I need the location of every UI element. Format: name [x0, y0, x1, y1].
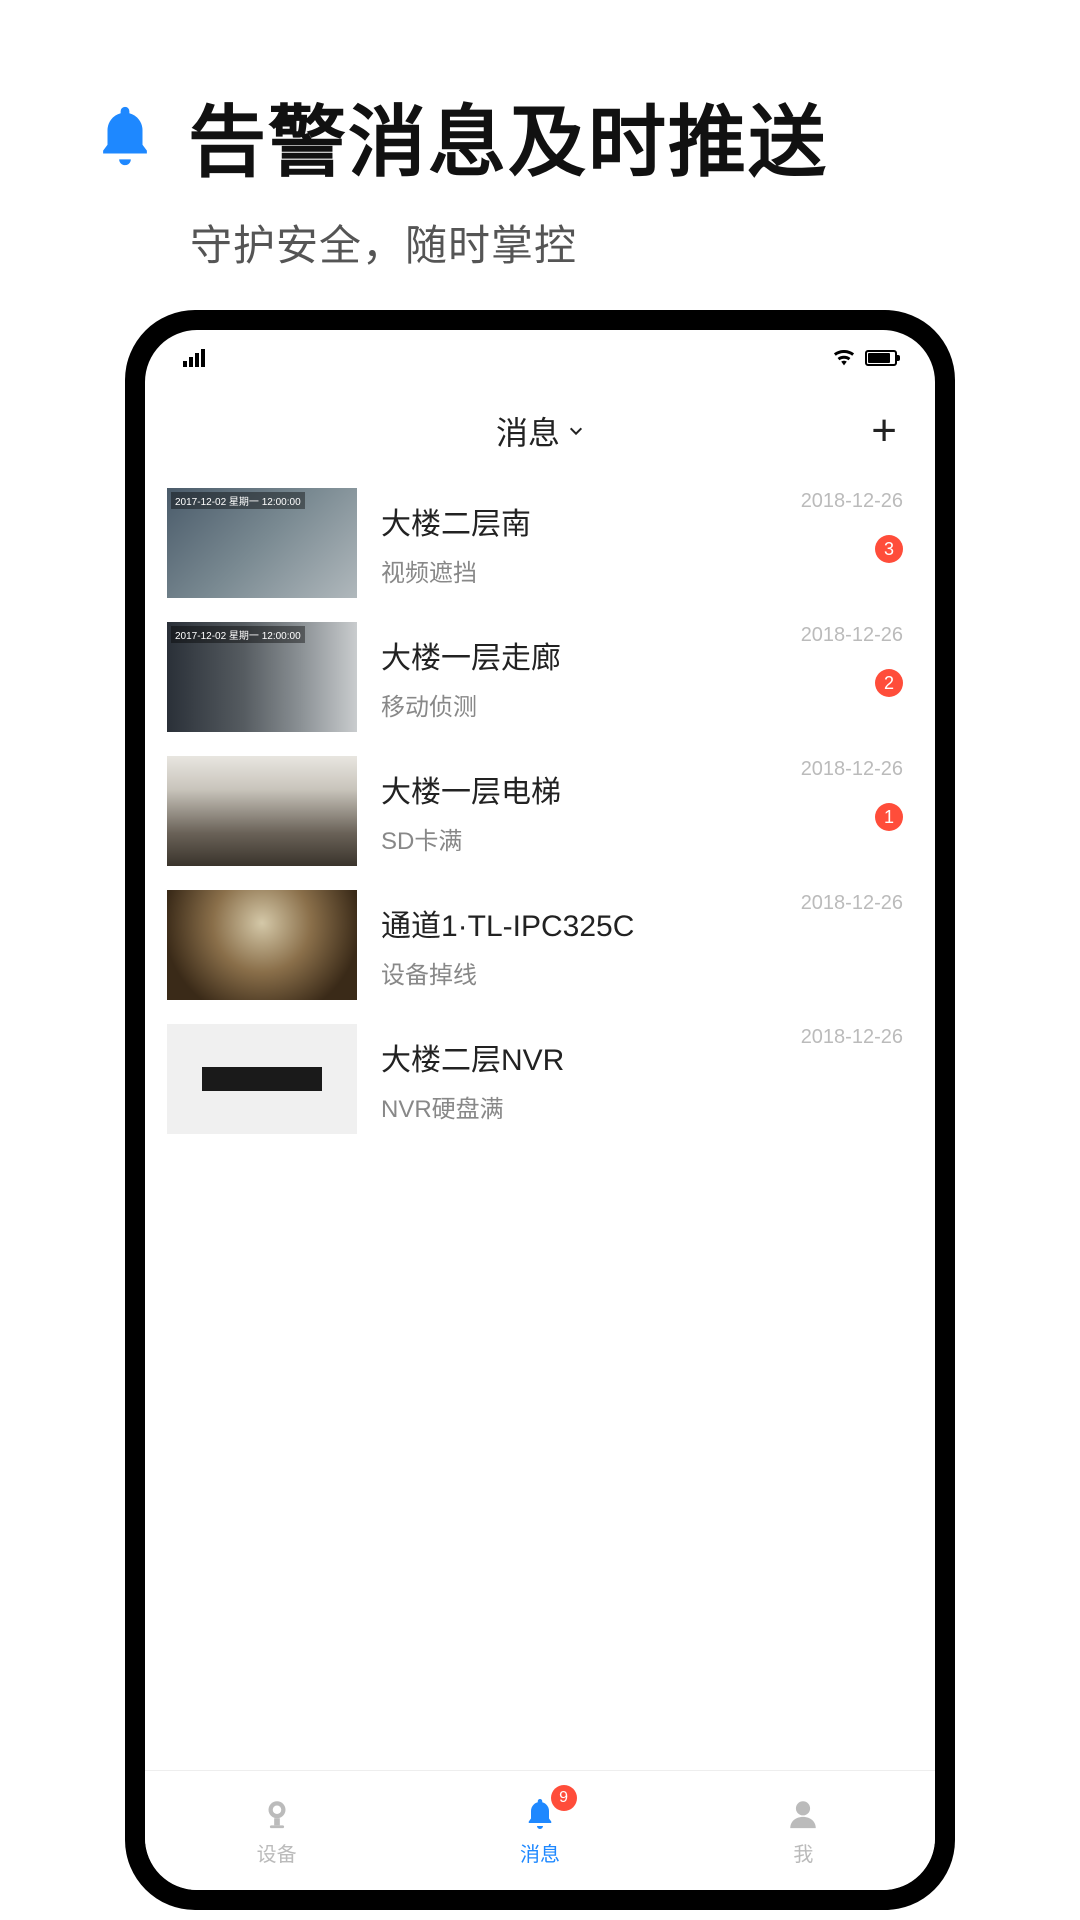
header-title-dropdown[interactable]: 消息 [496, 408, 584, 454]
message-item[interactable]: 通道1·TL-IPC325C 设备掉线 2018-12-26 [167, 878, 913, 1012]
unread-badge: 3 [875, 535, 903, 563]
nvr-device-icon [202, 1067, 322, 1091]
message-date: 2018-12-26 [801, 624, 903, 647]
message-date: 2018-12-26 [801, 758, 903, 781]
message-list[interactable]: 2017-12-02 星期一 12:00:00 大楼二层南 视频遮挡 2018-… [145, 476, 935, 1770]
message-item[interactable]: 大楼二层NVR NVR硬盘满 2018-12-26 [167, 1012, 913, 1146]
tab-label: 设备 [257, 1838, 297, 1867]
message-thumbnail [167, 1024, 357, 1134]
tab-bar: 设备 9 消息 我 [145, 1770, 935, 1890]
message-item[interactable]: 大楼一层电梯 SD卡满 2018-12-26 1 [167, 744, 913, 878]
message-item[interactable]: 2017-12-02 星期一 12:00:00 大楼二层南 视频遮挡 2018-… [167, 476, 913, 610]
message-thumbnail: 2017-12-02 星期一 12:00:00 [167, 488, 357, 598]
chevron-down-icon [568, 423, 584, 439]
tab-me[interactable]: 我 [672, 1771, 935, 1890]
message-subtitle: NVR硬盘满 [381, 1089, 913, 1124]
message-date: 2018-12-26 [801, 1026, 903, 1049]
thumbnail-timestamp: 2017-12-02 星期一 12:00:00 [171, 626, 305, 643]
battery-icon [865, 350, 897, 366]
tab-label: 我 [793, 1838, 813, 1867]
message-thumbnail [167, 890, 357, 1000]
unread-badge: 1 [875, 803, 903, 831]
tab-messages[interactable]: 9 消息 [408, 1771, 671, 1890]
message-date: 2018-12-26 [801, 892, 903, 915]
person-icon [783, 1794, 823, 1834]
phone-screen: 消息 + 2017-12-02 星期一 12:00:00 大楼二层南 视频遮挡 … [145, 330, 935, 1890]
message-item[interactable]: 2017-12-02 星期一 12:00:00 大楼一层走廊 移动侦测 2018… [167, 610, 913, 744]
header-title-text: 消息 [496, 408, 560, 454]
message-subtitle: 设备掉线 [381, 955, 913, 990]
phone-mockup: 消息 + 2017-12-02 星期一 12:00:00 大楼二层南 视频遮挡 … [125, 310, 955, 1910]
tab-label: 消息 [520, 1838, 560, 1867]
promo-header: 告警消息及时推送 守护安全，随时掌控 [0, 0, 1080, 313]
unread-badge: 2 [875, 669, 903, 697]
message-date: 2018-12-26 [801, 490, 903, 513]
status-bar [145, 330, 935, 386]
tab-devices[interactable]: 设备 [145, 1771, 408, 1890]
promo-subtitle: 守护安全，随时掌控 [190, 212, 1020, 273]
thumbnail-timestamp: 2017-12-02 星期一 12:00:00 [171, 492, 305, 509]
signal-icon [183, 349, 205, 367]
app-header: 消息 + [145, 386, 935, 476]
promo-title: 告警消息及时推送 [188, 80, 828, 192]
camera-icon [257, 1794, 297, 1834]
tab-badge: 9 [551, 1785, 577, 1811]
add-button[interactable]: + [871, 409, 897, 453]
wifi-icon [833, 350, 855, 366]
bell-icon [90, 101, 160, 171]
message-thumbnail: 2017-12-02 星期一 12:00:00 [167, 622, 357, 732]
message-thumbnail [167, 756, 357, 866]
